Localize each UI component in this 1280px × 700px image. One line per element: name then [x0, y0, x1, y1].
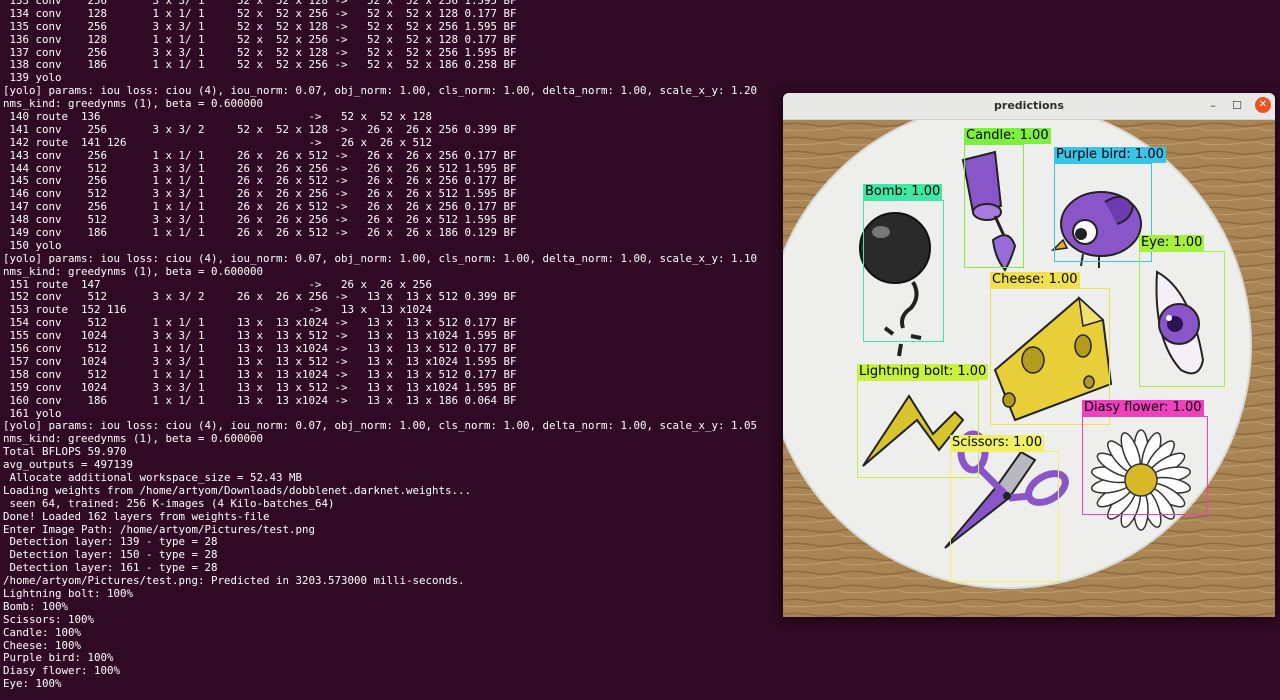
- terminal-line: Loading weights from /home/artyom/Downlo…: [3, 483, 472, 497]
- detection-box: [1139, 251, 1225, 387]
- minimize-icon[interactable]: –: [1205, 98, 1221, 114]
- detection-label: Bomb: 1.00: [863, 184, 943, 200]
- detection-box: [964, 144, 1024, 268]
- detection-label: Candle: 1.00: [964, 128, 1051, 144]
- detection-label: Cheese: 1.00: [990, 272, 1080, 288]
- terminal-line: 158 conv 512 1 x 1/ 1 13 x 13 x1024 -> 1…: [3, 367, 517, 381]
- terminal-line: Scissors: 100%: [3, 612, 95, 626]
- detection-label: Eye: 1.00: [1139, 235, 1205, 251]
- terminal-line: 159 conv 1024 3 x 3/ 1 13 x 13 x 512 -> …: [3, 380, 517, 394]
- terminal-line: Lightning bolt: 100%: [3, 586, 134, 600]
- terminal-line: Diasy flower: 100%: [3, 664, 121, 678]
- terminal-line: 160 conv 186 1 x 1/ 1 13 x 13 x1024 -> 1…: [3, 393, 517, 407]
- terminal-output: 133 conv 256 3 x 3/ 1 52 x 52 x 128 -> 5…: [3, 0, 757, 691]
- terminal-line: 150 yolo: [3, 238, 62, 252]
- terminal-line: Eye: 100%: [3, 677, 62, 691]
- terminal-line: Done! Loaded 162 layers from weights-fil…: [3, 509, 270, 523]
- terminal-line: Candle: 100%: [3, 625, 82, 639]
- terminal-line: seen 64, trained: 256 K-images (4 Kilo-b…: [3, 496, 335, 510]
- terminal-line: 149 conv 186 1 x 1/ 1 26 x 26 x 512 -> 2…: [3, 226, 517, 240]
- detection-label: Purple bird: 1.00: [1054, 147, 1166, 163]
- detection-box: [863, 200, 944, 342]
- predictions-window[interactable]: predictions – ☐ ✕ Candle: 1.00 Purple bi…: [783, 93, 1275, 617]
- terminal-line: Cheese: 100%: [3, 638, 82, 652]
- detection-label: Scissors: 1.00: [950, 435, 1045, 451]
- terminal-line: 135 conv 256 3 x 3/ 1 52 x 52 x 128 -> 5…: [3, 19, 517, 33]
- detection-label: Diasy flower: 1.00: [1082, 400, 1204, 416]
- window-title: predictions: [994, 99, 1064, 112]
- terminal-line: 136 conv 128 1 x 1/ 1 52 x 52 x 256 -> 5…: [3, 32, 517, 46]
- prediction-image: Candle: 1.00 Purple bird: 1.00 Bomb: 1.00 E…: [783, 120, 1275, 617]
- terminal-line: 142 route 141 126 -> 26 x 26 x 512: [3, 135, 433, 149]
- terminal-line: 140 route 136 -> 52 x 52 x 128: [3, 110, 433, 124]
- terminal-line: 157 conv 1024 3 x 3/ 1 13 x 13 x 512 -> …: [3, 354, 517, 368]
- close-icon[interactable]: ✕: [1255, 97, 1271, 113]
- terminal-line: nms_kind: greedynms (1), beta = 0.600000: [3, 264, 264, 278]
- terminal-line: 138 conv 186 1 x 1/ 1 52 x 52 x 256 -> 5…: [3, 58, 517, 72]
- terminal-line: 143 conv 256 1 x 1/ 1 26 x 26 x 512 -> 2…: [3, 148, 517, 162]
- terminal-line: Bomb: 100%: [3, 599, 69, 613]
- maximize-icon[interactable]: ☐: [1229, 98, 1245, 114]
- detection-box: [1082, 416, 1208, 515]
- detection-label: Lightning bolt: 1.00: [857, 364, 989, 380]
- terminal-line: 134 conv 128 1 x 1/ 1 52 x 52 x 256 -> 5…: [3, 6, 517, 20]
- detection-box: [950, 451, 1059, 582]
- terminal-line: 141 conv 256 3 x 3/ 2 52 x 52 x 128 -> 2…: [3, 122, 517, 136]
- detection-box: [1054, 163, 1152, 262]
- window-titlebar[interactable]: predictions – ☐ ✕: [783, 93, 1275, 120]
- terminal-line: Allocate additional workspace_size = 52.…: [3, 470, 303, 484]
- terminal-line: 156 conv 512 1 x 1/ 1 13 x 13 x1024 -> 1…: [3, 342, 517, 356]
- terminal-line: [yolo] params: iou loss: ciou (4), iou_n…: [3, 251, 758, 265]
